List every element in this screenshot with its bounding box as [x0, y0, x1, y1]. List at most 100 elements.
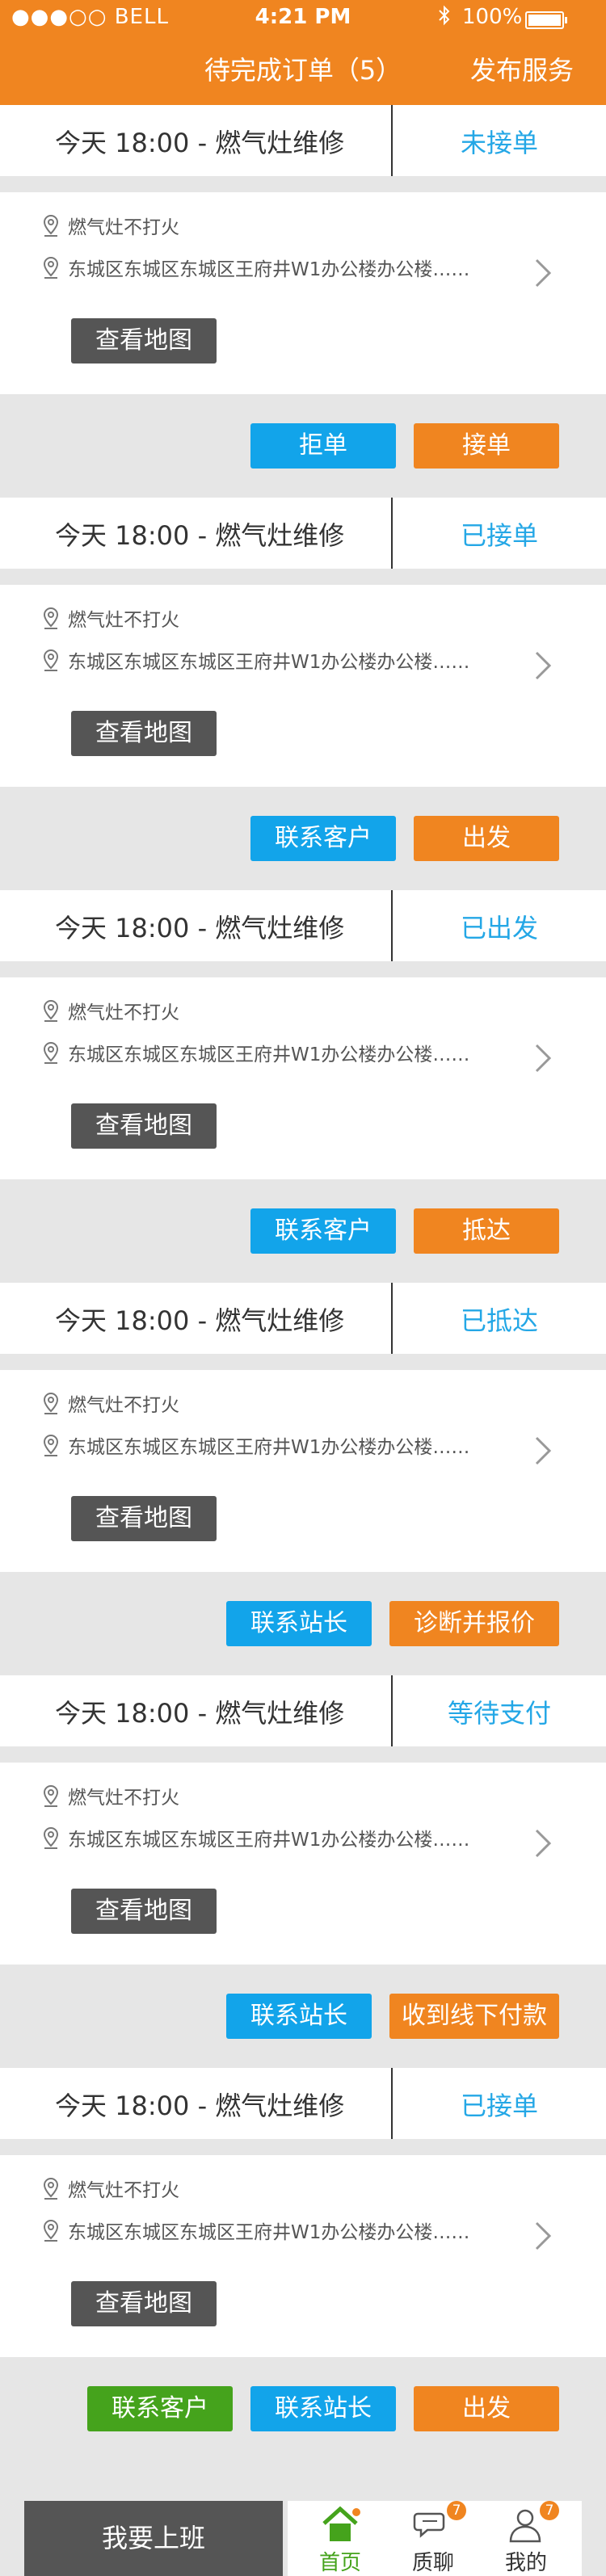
order-header[interactable]: 今天 18:00 - 燃气灶维修 已出发 [0, 890, 606, 961]
address-line: 东城区东城区东城区王府井W1办公楼办公楼…… [42, 1824, 469, 1855]
order-status: 已出发 [460, 913, 538, 943]
fault-text: 燃气灶不打火 [68, 1002, 179, 1023]
order-card: 今天 18:00 - 燃气灶维修 已接单燃气灶不打火 东城区东城区东城区王府井W1办… [0, 498, 606, 890]
action-button[interactable]: 诊断并报价 [389, 1601, 559, 1646]
order-actions: 联系客户 出发 [0, 787, 606, 890]
tab-chat-label: 质聊 [411, 2551, 454, 2575]
bluetooth-icon [438, 5, 451, 32]
fault-text: 燃气灶不打火 [68, 610, 179, 631]
action-button[interactable]: 收到线下付款 [389, 1994, 559, 2039]
action-button[interactable]: 接单 [414, 423, 559, 469]
action-button[interactable]: 联系客户 [250, 816, 396, 861]
location-pin-icon [42, 1826, 60, 1855]
order-detail[interactable]: 燃气灶不打火 东城区东城区东城区王府井W1办公楼办公楼…… 查看地图 [0, 2155, 606, 2357]
location-pin-icon [42, 1784, 60, 1813]
tab-group: 首页 7 质聊 7 我的 [288, 2501, 582, 2576]
fault-text: 燃气灶不打火 [68, 2180, 179, 2201]
location-pin-icon [42, 1041, 60, 1070]
order-title: 今天 18:00 - 燃气灶维修 [55, 520, 345, 551]
view-map-button[interactable]: 查看地图 [71, 1496, 217, 1541]
fault-text: 燃气灶不打火 [68, 1395, 179, 1416]
action-button[interactable]: 联系客户 [250, 1208, 396, 1254]
chevron-right-icon[interactable] [533, 257, 553, 292]
fault-text: 燃气灶不打火 [68, 217, 179, 238]
order-header[interactable]: 今天 18:00 - 燃气灶维修 已接单 [0, 2068, 606, 2139]
fault-line: 燃气灶不打火 [42, 1782, 179, 1813]
header: ●●●○○ BELL 4:21 PM 100% 待完成订单（5） 发布服务 [0, 0, 606, 105]
status-bar: ●●●○○ BELL 4:21 PM 100% [0, 0, 606, 37]
action-button[interactable]: 抵达 [414, 1208, 559, 1254]
order-card: 今天 18:00 - 燃气灶维修 未接单燃气灶不打火东城区东城区东城区王府井W1办… [0, 105, 606, 498]
order-header[interactable]: 今天 18:00 - 燃气灶维修 已接单 [0, 498, 606, 569]
order-header[interactable]: 今天 18:00 - 燃气灶维修 等待支付 [0, 1675, 606, 1746]
order-card: 今天 18:00 - 燃气灶维修 等待支付燃气灶不打火东城区东城区东城区王府井W1… [0, 1675, 606, 2068]
address-text: 东城区东城区东城区王府井W1办公楼办公楼…… [68, 259, 470, 280]
tab-home-label: 首页 [318, 2551, 361, 2575]
go-to-work-button[interactable]: 我要上班 [24, 2501, 283, 2576]
fault-line: 燃气灶不打火 [42, 997, 179, 1028]
action-button[interactable]: 出发 [414, 2386, 559, 2431]
view-map-button[interactable]: 查看地图 [71, 318, 217, 363]
fault-text: 燃气灶不打火 [68, 1788, 179, 1809]
order-header[interactable]: 今天 18:00 - 燃气灶维修 已抵达 [0, 1283, 606, 1354]
chevron-right-icon[interactable] [533, 1042, 553, 1078]
order-title: 今天 18:00 - 燃气灶维修 [55, 1305, 345, 1336]
action-button[interactable]: 联系站长 [250, 2386, 396, 2431]
fault-line: 燃气灶不打火 [42, 604, 179, 636]
order-list: 今天 18:00 - 燃气灶维修 未接单 燃气灶不打火 东城区东城区东城区王府井W1办… [0, 105, 606, 2460]
action-button[interactable]: 拒单 [250, 423, 396, 469]
action-button[interactable]: 联系站长 [226, 1994, 372, 2039]
order-status: 已接单 [460, 520, 538, 551]
order-card: 今天 18:00 - 燃气灶维修 已抵达燃气灶不打火东城区东城区东城区王府井W1办… [0, 1283, 606, 1675]
order-detail[interactable]: 燃气灶不打火东城区东城区东城区王府井W1办公楼办公楼…… 查看地图 [0, 1370, 606, 1572]
chevron-right-icon[interactable] [533, 1827, 553, 1863]
action-button[interactable]: 联系站长 [226, 1601, 372, 1646]
location-pin-icon [42, 649, 60, 678]
view-map-button[interactable]: 查看地图 [71, 1889, 217, 1934]
order-status: 未接单 [460, 128, 538, 158]
order-actions: 联系客户 联系站长 出发 [0, 2357, 606, 2460]
view-map-button[interactable]: 查看地图 [71, 1103, 217, 1149]
order-status: 已接单 [460, 2091, 538, 2121]
location-pin-icon [42, 1434, 60, 1463]
tab-bar: 我要上班 首页 7 质聊 7 我的 [0, 2501, 606, 2576]
action-button[interactable]: 出发 [414, 816, 559, 861]
order-status: 已抵达 [460, 1305, 538, 1336]
app-screen: ●●●○○ BELL 4:21 PM 100% 待完成订单（5） 发布服务 今天… [0, 0, 606, 2576]
order-header[interactable]: 今天 18:00 - 燃气灶维修 未接单 [0, 105, 606, 176]
order-detail[interactable]: 燃气灶不打火东城区东城区东城区王府井W1办公楼办公楼…… 查看地图 [0, 977, 606, 1179]
view-map-button[interactable]: 查看地图 [71, 711, 217, 756]
view-map-button[interactable]: 查看地图 [71, 2281, 217, 2326]
chevron-right-icon[interactable] [533, 2220, 553, 2255]
location-pin-icon [42, 256, 60, 285]
chevron-right-icon[interactable] [533, 649, 553, 685]
profile-badge: 7 [540, 2501, 559, 2520]
chevron-right-icon[interactable] [533, 1435, 553, 1470]
battery-percent: 100% [462, 5, 523, 29]
order-actions: 联系客户 抵达 [0, 1179, 606, 1283]
location-pin-icon [42, 2219, 60, 2248]
location-pin-icon [42, 607, 60, 636]
address-text: 东城区东城区东城区王府井W1办公楼办公楼…… [68, 1437, 470, 1458]
chat-badge: 7 [447, 2501, 466, 2520]
fault-line: 燃气灶不打火 [42, 212, 179, 243]
address-line: 东城区东城区东城区王府井W1办公楼办公楼…… [42, 1039, 469, 1070]
order-detail[interactable]: 燃气灶不打火东城区东城区东城区王府井W1办公楼办公楼…… 查看地图 [0, 1763, 606, 1965]
tab-home[interactable]: 首页 [296, 2501, 385, 2576]
order-card: 今天 18:00 - 燃气灶维修 已接单燃气灶不打火 东城区东城区东城区王府井W1办… [0, 2068, 606, 2460]
order-actions: 联系站长 收到线下付款 [0, 1965, 606, 2068]
action-button[interactable]: 联系客户 [87, 2386, 233, 2431]
publish-service-button[interactable]: 发布服务 [470, 50, 574, 87]
order-title: 今天 18:00 - 燃气灶维修 [55, 913, 345, 943]
location-pin-icon [42, 214, 60, 243]
order-detail[interactable]: 燃气灶不打火 东城区东城区东城区王府井W1办公楼办公楼…… 查看地图 [0, 585, 606, 787]
tab-chat[interactable]: 7 质聊 [389, 2501, 478, 2576]
fault-line: 燃气灶不打火 [42, 2175, 179, 2206]
tab-profile[interactable]: 7 我的 [482, 2501, 570, 2576]
order-detail[interactable]: 燃气灶不打火东城区东城区东城区王府井W1办公楼办公楼…… 查看地图 [0, 192, 606, 394]
